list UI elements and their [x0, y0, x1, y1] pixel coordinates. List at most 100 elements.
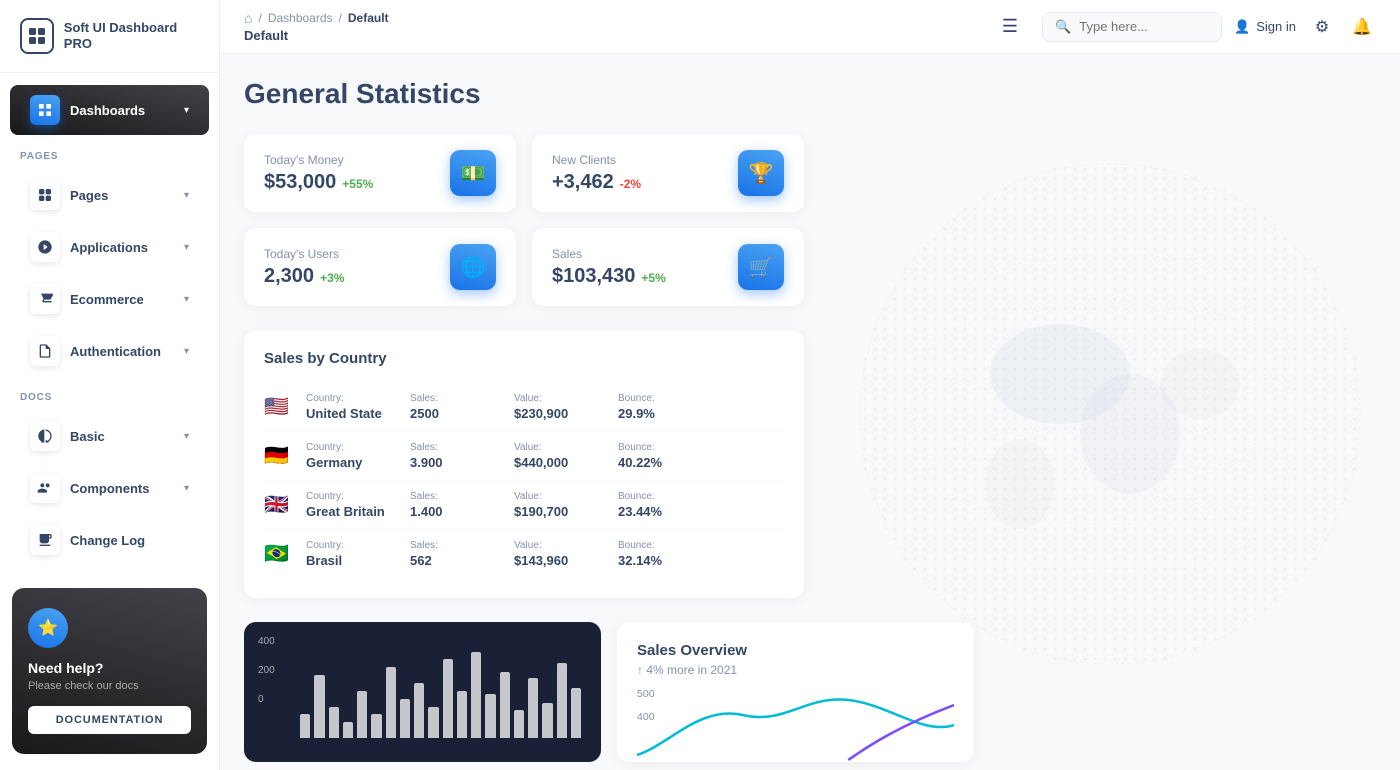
country-flag: 🇬🇧 [264, 495, 292, 515]
country-row: 🇬🇧 Country: Great Britain Sales: 1.400 V… [264, 481, 784, 530]
bar [329, 707, 339, 738]
breadcrumb-sep2: / [339, 11, 342, 25]
sidebar-item-dashboards[interactable]: Dashboards ▾ [10, 85, 209, 135]
dashboards-arrow: ▾ [184, 105, 189, 116]
country-value-col: Value: $230,900 [514, 393, 594, 421]
dashboards-label: Dashboards [70, 103, 174, 118]
stat-users-info: Today's Users 2,300 +3% [264, 247, 344, 288]
help-subtitle: Please check our docs [28, 680, 191, 692]
notifications-icon[interactable]: 🔔 [1348, 13, 1376, 41]
applications-icon [30, 232, 60, 262]
sidebar-item-changelog[interactable]: Change Log [10, 515, 209, 565]
stat-money-icon: 💵 [450, 150, 496, 196]
components-arrow: ▾ [184, 483, 189, 494]
bar [400, 699, 410, 738]
topbar: ⌂ / Dashboards / Default Default ☰ 🔍 👤 S… [220, 0, 1400, 54]
bar [414, 683, 424, 738]
stat-card-money: Today's Money $53,000 +55% 💵 [244, 134, 516, 212]
changelog-label: Change Log [70, 533, 189, 548]
country-flag: 🇺🇸 [264, 397, 292, 417]
bar [557, 663, 567, 738]
breadcrumb: ⌂ / Dashboards / Default Default [244, 10, 978, 43]
country-name-col: Country: United State [306, 393, 386, 421]
bar [500, 672, 510, 738]
chart-y-400: 400 [258, 636, 275, 647]
bar [357, 691, 367, 738]
overview-title: Sales Overview [637, 642, 954, 659]
settings-icon[interactable]: ⚙ [1308, 13, 1336, 41]
bar [314, 675, 324, 738]
bar [514, 710, 524, 738]
bar [485, 694, 495, 738]
page-title: Default [244, 28, 389, 43]
stat-sales-icon: 🛒 [738, 244, 784, 290]
search-input[interactable] [1079, 19, 1209, 34]
bar [528, 678, 538, 738]
country-row: 🇩🇪 Country: Germany Sales: 3.900 Value: … [264, 432, 784, 481]
stat-users-change: +3% [320, 271, 344, 285]
authentication-label: Authentication [70, 344, 174, 359]
country-flag: 🇩🇪 [264, 446, 292, 466]
country-bounce-col: Bounce: 29.9% [618, 393, 698, 421]
basic-label: Basic [70, 429, 174, 444]
help-title: Need help? [28, 660, 191, 676]
sidebar-logo: Soft UI Dashboard PRO [0, 0, 219, 73]
authentication-icon [30, 336, 60, 366]
bar [371, 714, 381, 738]
bar [428, 707, 438, 738]
sales-table-title: Sales by Country [264, 350, 784, 367]
breadcrumb-sep1: / [258, 11, 261, 25]
country-value-col: Value: $440,000 [514, 442, 594, 470]
country-flag: 🇧🇷 [264, 544, 292, 564]
sidebar-item-ecommerce[interactable]: Ecommerce ▾ [10, 274, 209, 324]
country-row: 🇧🇷 Country: Brasil Sales: 562 Value: $14… [264, 530, 784, 578]
stat-card-users: Today's Users 2,300 +3% 🌐 [244, 228, 516, 306]
applications-label: Applications [70, 240, 174, 255]
country-value-col: Value: $143,960 [514, 540, 594, 568]
country-bounce-col: Bounce: 40.22% [618, 442, 698, 470]
help-star-icon: ⭐ [28, 608, 68, 648]
content-area: // Generate dots for globe [220, 54, 1400, 770]
bar-chart [300, 642, 581, 742]
pages-label: Pages [70, 188, 174, 203]
globe-decoration: // Generate dots for globe [820, 134, 1400, 694]
page-heading: General Statistics [244, 78, 1376, 110]
search-icon: 🔍 [1055, 19, 1071, 35]
country-sales-col: Sales: 3.900 [410, 442, 490, 470]
pages-icon [30, 180, 60, 210]
country-sales-col: Sales: 2500 [410, 393, 490, 421]
sidebar-item-pages[interactable]: Pages ▾ [10, 170, 209, 220]
stat-money-label: Today's Money [264, 153, 373, 167]
svg-text:400: 400 [637, 712, 655, 723]
bar [571, 688, 581, 738]
bottom-grid: 400 200 0 Sales Overview ↑ 4% more in 20… [244, 622, 974, 762]
stat-sales-info: Sales $103,430 +5% [552, 247, 666, 288]
country-name-col: Country: Great Britain [306, 491, 386, 519]
stat-money-info: Today's Money $53,000 +55% [264, 153, 373, 194]
pages-section-label: PAGES [0, 137, 219, 168]
documentation-button[interactable]: DOCUMENTATION [28, 706, 191, 734]
stats-grid: Today's Money $53,000 +55% 💵 New Clients… [244, 134, 804, 306]
sidebar-item-basic[interactable]: Basic ▾ [10, 411, 209, 461]
stat-users-label: Today's Users [264, 247, 344, 261]
sidebar-item-authentication[interactable]: Authentication ▾ [10, 326, 209, 376]
pages-arrow: ▾ [184, 190, 189, 201]
stat-sales-change: +5% [641, 271, 665, 285]
home-icon: ⌂ [244, 10, 252, 26]
logo-icon [20, 18, 54, 54]
bar [542, 703, 552, 738]
stat-card-sales: Sales $103,430 +5% 🛒 [532, 228, 804, 306]
overview-chart: 500 400 [637, 685, 954, 762]
sidebar-item-components[interactable]: Components ▾ [10, 463, 209, 513]
applications-arrow: ▾ [184, 242, 189, 253]
breadcrumb-dashboards: Dashboards [268, 11, 333, 25]
signin-button[interactable]: 👤 Sign in [1234, 19, 1296, 35]
search-box[interactable]: 🔍 [1042, 12, 1222, 42]
basic-icon [30, 421, 60, 451]
stat-clients-label: New Clients [552, 153, 641, 167]
stat-sales-value: $103,430 [552, 265, 635, 288]
overview-change: ↑ 4% more in 2021 [637, 663, 954, 677]
sidebar-item-applications[interactable]: Applications ▾ [10, 222, 209, 272]
country-sales-col: Sales: 562 [410, 540, 490, 568]
hamburger-menu[interactable]: ☰ [994, 12, 1026, 41]
